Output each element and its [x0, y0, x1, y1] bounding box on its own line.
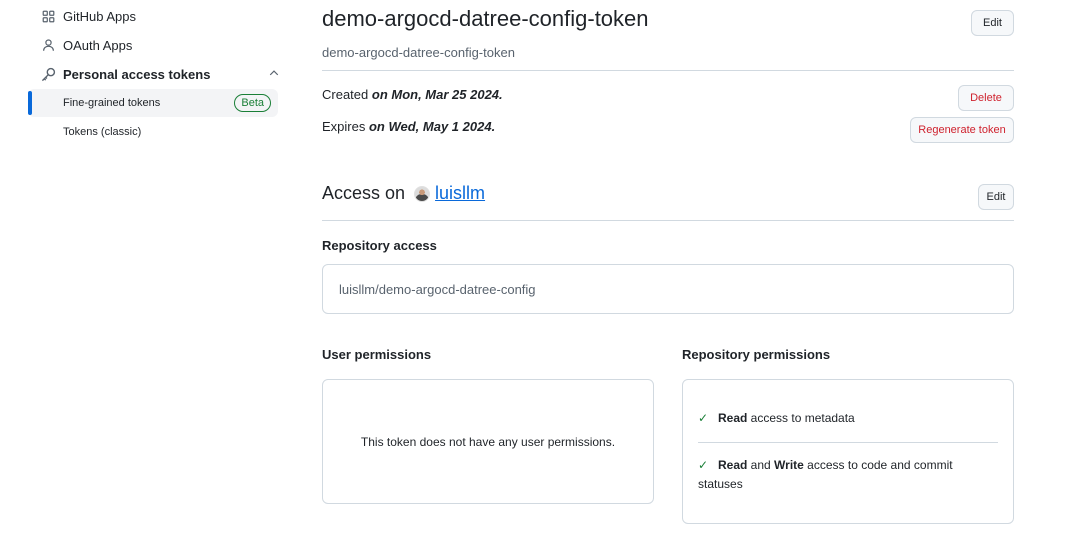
- regenerate-token-button[interactable]: Regenerate token: [910, 117, 1014, 143]
- check-icon: ✓: [698, 458, 709, 472]
- permission-text: and: [747, 458, 775, 472]
- divider: [322, 70, 1014, 71]
- sidebar-item-label: Fine-grained tokens: [63, 97, 161, 109]
- access-heading-text: Access on: [322, 183, 406, 203]
- key-icon: [40, 66, 56, 82]
- permission-level: Read: [718, 458, 748, 472]
- sidebar-item-label: Tokens (classic): [63, 126, 142, 138]
- apps-grid-icon: [40, 8, 56, 24]
- created-value: on Mon, Mar 25 2024.: [371, 87, 503, 102]
- edit-access-button[interactable]: Edit: [978, 184, 1014, 210]
- sidebar-item-github-apps[interactable]: GitHub Apps: [40, 8, 136, 24]
- permission-item: ✓ Read access to metadata: [698, 409, 998, 428]
- chevron-up-icon[interactable]: [268, 67, 280, 82]
- beta-badge: Beta: [234, 94, 271, 112]
- person-icon: [40, 37, 56, 53]
- delete-button[interactable]: Delete: [958, 85, 1014, 111]
- sidebar-item-label: OAuth Apps: [63, 37, 133, 53]
- expires-prefix: Expires: [322, 119, 366, 134]
- permission-level: Read: [718, 411, 748, 425]
- access-heading: Access on luisllm: [322, 183, 485, 204]
- repository-permissions-box: ✓ Read access to metadata ✓ Read and Write…: [682, 379, 1014, 524]
- user-permissions-box: This token does not have any user permis…: [322, 379, 654, 504]
- permission-item: ✓ Read and Write access to code and commi…: [698, 456, 998, 494]
- expiration-date: Expires on Wed, May 1 2024.: [322, 119, 495, 134]
- sidebar-item-label: Personal access tokens: [63, 66, 211, 82]
- avatar: [414, 185, 431, 202]
- sidebar-item-personal-access-tokens[interactable]: Personal access tokens: [40, 66, 280, 82]
- repository-permissions-label: Repository permissions: [682, 347, 831, 362]
- edit-token-button[interactable]: Edit: [971, 10, 1014, 36]
- permission-level: Write: [774, 458, 804, 472]
- repository-access-box: luisllm/demo-argocd-datree-config: [322, 264, 1014, 314]
- repository-name: luisllm/demo-argocd-datree-config: [339, 281, 536, 297]
- sidebar-item-oauth-apps[interactable]: OAuth Apps: [40, 37, 132, 53]
- divider: [322, 220, 1014, 221]
- expires-value: on Wed, May 1 2024.: [368, 119, 496, 134]
- sidebar-item-label: GitHub Apps: [63, 8, 136, 24]
- repository-access-label: Repository access: [322, 238, 437, 253]
- sidebar-item-tokens-classic[interactable]: Tokens (classic): [28, 118, 278, 146]
- sidebar-item-fine-grained-tokens[interactable]: Fine-grained tokens Beta: [28, 89, 278, 117]
- check-icon: ✓: [698, 411, 709, 425]
- divider: [698, 442, 998, 443]
- user-permissions-label: User permissions: [322, 347, 432, 362]
- created-date: Created on Mon, Mar 25 2024.: [322, 87, 503, 102]
- settings-sidebar: GitHub Apps OAuth Apps Personal access t…: [0, 0, 290, 543]
- created-prefix: Created: [322, 87, 369, 102]
- permission-text: access to metadata: [747, 411, 855, 425]
- page-title: demo-argocd-datree-config-token: [322, 6, 649, 31]
- user-link[interactable]: luisllm: [435, 183, 485, 204]
- user-permissions-empty: This token does not have any user permis…: [360, 434, 616, 449]
- token-description: demo-argocd-datree-config-token: [322, 45, 515, 60]
